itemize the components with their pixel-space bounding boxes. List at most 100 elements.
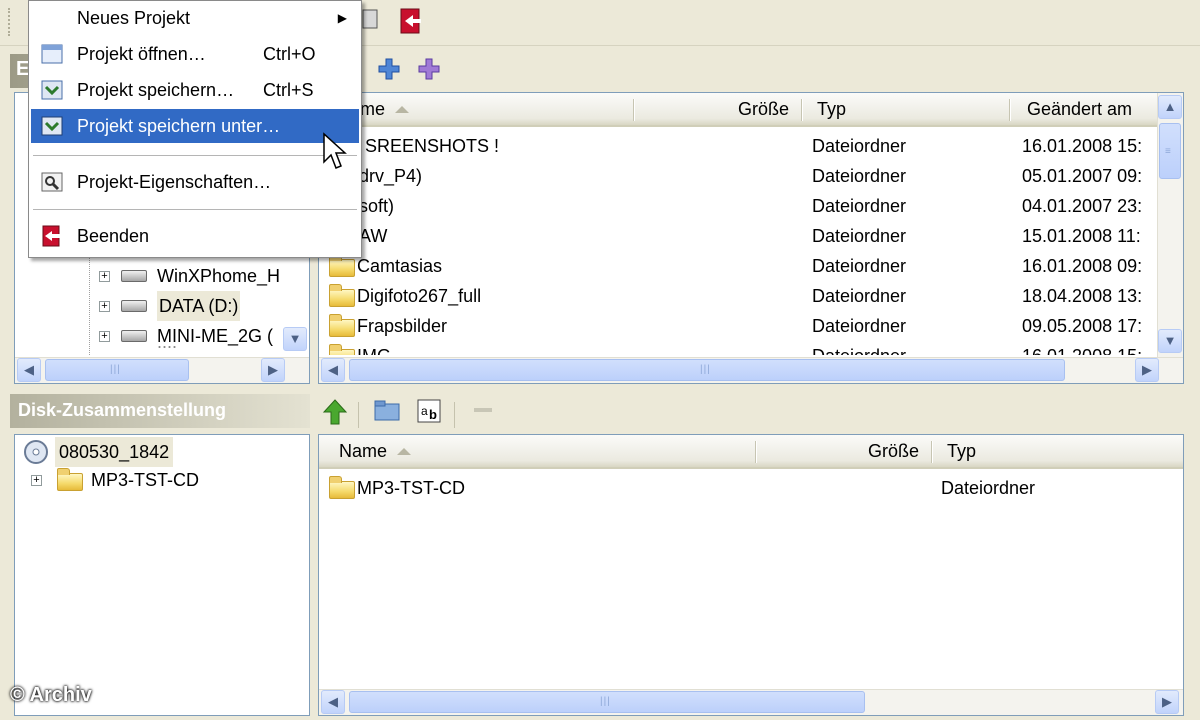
tree-item[interactable]: + MP3-TST-CD (15, 465, 309, 495)
file-type: Dateiordner (812, 136, 907, 156)
column-divider[interactable] (931, 441, 932, 463)
tree-item[interactable]: .... (15, 345, 309, 357)
column-type[interactable]: Typ (937, 435, 986, 467)
scroll-left-button[interactable]: ◀ (17, 358, 41, 382)
explorer-list-toolbar (318, 54, 1188, 90)
exit-icon (400, 8, 421, 34)
thumb-grip: ||| (700, 364, 711, 375)
tree-item[interactable]: + WinXPhome_H (15, 261, 309, 291)
expand-icon[interactable]: + (99, 331, 110, 342)
column-modified[interactable]: Geändert am (1017, 93, 1142, 125)
table-row[interactable]: MP3-TST-CD Dateiordner (319, 473, 1183, 503)
file-type: Dateiordner (812, 286, 907, 306)
scroll-up-button[interactable]: ▲ (1158, 95, 1182, 119)
scroll-thumb[interactable]: ||| (349, 359, 1065, 381)
column-name[interactable]: Name (327, 93, 627, 125)
menu-item-project-properties[interactable]: Projekt-Eigenschaften… (31, 165, 359, 199)
table-row[interactable]: SREENSHOTS ! Dateiordner 16.01.2008 15: (319, 131, 1183, 161)
scroll-right-button[interactable]: ▶ (1135, 358, 1159, 382)
scroll-right-button[interactable]: ▶ (1155, 690, 1179, 714)
table-row[interactable]: Digifoto267_full Dateiordner 18.04.2008 … (319, 281, 1183, 311)
compilation-toolbar: ab (318, 396, 1188, 432)
file-modified: 15.01.2008 11: (1022, 226, 1141, 246)
disc-icon (24, 440, 48, 464)
remove-button[interactable] (468, 398, 498, 428)
file-type: Dateiordner (812, 226, 907, 246)
toolbar-separator (358, 402, 359, 428)
scroll-down-button[interactable]: ▼ (1158, 329, 1182, 353)
scroll-left-button[interactable]: ◀ (321, 358, 345, 382)
table-row[interactable]: Camtasias Dateiordner 16.01.2008 09: (319, 251, 1183, 281)
new-folder-button[interactable] (372, 398, 402, 428)
save-project-icon (41, 80, 63, 100)
tree-horizontal-scrollbar[interactable]: ◀ ||| ▶ (15, 357, 309, 383)
file-type: Dateiordner (812, 196, 907, 216)
properties-icon (41, 172, 63, 192)
scroll-left-button[interactable]: ◀ (321, 690, 345, 714)
table-row[interactable]: IMG Dateiordner 16.01.2008 15: (319, 341, 1183, 355)
exit-toolbar-button[interactable] (396, 7, 426, 37)
toolbar-separator (454, 402, 455, 428)
watermark: © Archiv (10, 684, 92, 706)
disc-label: 080530_1842 (55, 437, 174, 467)
folder-icon (329, 254, 355, 277)
toolbar-grip (8, 8, 12, 36)
column-divider[interactable] (1009, 99, 1010, 121)
table-row[interactable]: AW Dateiordner 15.01.2008 11: (319, 221, 1183, 251)
file-modified: 18.04.2008 13: (1022, 286, 1143, 306)
compilation-horizontal-scrollbar[interactable]: ◀ ||| ▶ (319, 689, 1183, 715)
scroll-thumb[interactable]: ||| (45, 359, 189, 381)
column-type[interactable]: Typ (807, 93, 856, 125)
table-row[interactable]: soft) Dateiordner 04.01.2007 23: (319, 191, 1183, 221)
expand-icon[interactable]: + (99, 271, 110, 282)
file-list: Name Größe Typ Geändert am SREENSHOTS ! … (318, 92, 1184, 384)
disc-icon (362, 9, 378, 29)
svg-text:a: a (421, 404, 428, 418)
arrow-up-icon (322, 399, 348, 425)
thumb-grip: ≡ (1165, 146, 1172, 157)
file-name: Frapsbilder (357, 316, 448, 336)
tree-vertical-scrollbar[interactable]: ▼ (283, 327, 309, 355)
scroll-thumb[interactable]: ≡ (1159, 123, 1181, 179)
file-list-horizontal-scrollbar[interactable]: ◀ ||| ▶ (319, 357, 1183, 383)
tree-item[interactable]: + DATA (D:) (15, 291, 309, 321)
column-divider[interactable] (633, 99, 634, 121)
expand-icon[interactable]: + (31, 475, 42, 486)
file-type: Dateiordner (812, 166, 907, 186)
file-name: soft) (359, 196, 395, 216)
plus-multiple-icon (418, 58, 440, 80)
menu-item-exit[interactable]: Beenden (31, 219, 359, 253)
column-size[interactable]: Größe (759, 435, 929, 467)
add-button[interactable] (374, 57, 404, 87)
column-divider[interactable] (755, 441, 756, 463)
folder-icon (329, 284, 355, 307)
menu-item-new-project[interactable]: Neues Projekt ▶ (31, 1, 359, 35)
menu-item-save-project[interactable]: Projekt speichern… Ctrl+S (31, 73, 359, 107)
tree-item-disc[interactable]: 080530_1842 (15, 437, 309, 467)
add-all-button[interactable] (414, 57, 444, 87)
menu-item-save-project-as[interactable]: Projekt speichern unter… (31, 109, 359, 143)
scroll-thumb[interactable]: ||| (349, 691, 865, 713)
scroll-right-button[interactable]: ▶ (261, 358, 285, 382)
save-as-icon (41, 116, 63, 136)
scroll-down-button[interactable]: ▼ (283, 327, 307, 351)
up-level-button[interactable] (320, 398, 350, 428)
expand-icon[interactable]: + (99, 301, 110, 312)
compilation-list-header: Name Größe Typ (319, 435, 1183, 469)
rename-icon: ab (417, 399, 441, 423)
file-menu: Neues Projekt ▶ Projekt öffnen… Ctrl+O P… (28, 0, 362, 258)
menu-item-open-project[interactable]: Projekt öffnen… Ctrl+O (31, 37, 359, 71)
file-list-vertical-scrollbar[interactable]: ▲ ≡ ▼ (1157, 93, 1183, 357)
minus-icon (474, 408, 492, 412)
file-type: Dateiordner (941, 478, 1036, 498)
sort-ascending-icon (395, 106, 410, 113)
column-size[interactable]: Größe (635, 93, 799, 125)
table-row[interactable]: Frapsbilder Dateiordner 09.05.2008 17: (319, 311, 1183, 341)
file-type: Dateiordner (812, 316, 907, 336)
table-row[interactable]: drv_P4) Dateiordner 05.01.2007 09: (319, 161, 1183, 191)
column-divider[interactable] (801, 99, 802, 121)
folder-icon (329, 344, 355, 355)
column-name[interactable]: Name (329, 435, 749, 467)
drive-icon (121, 270, 147, 282)
rename-button[interactable]: ab (414, 398, 444, 428)
